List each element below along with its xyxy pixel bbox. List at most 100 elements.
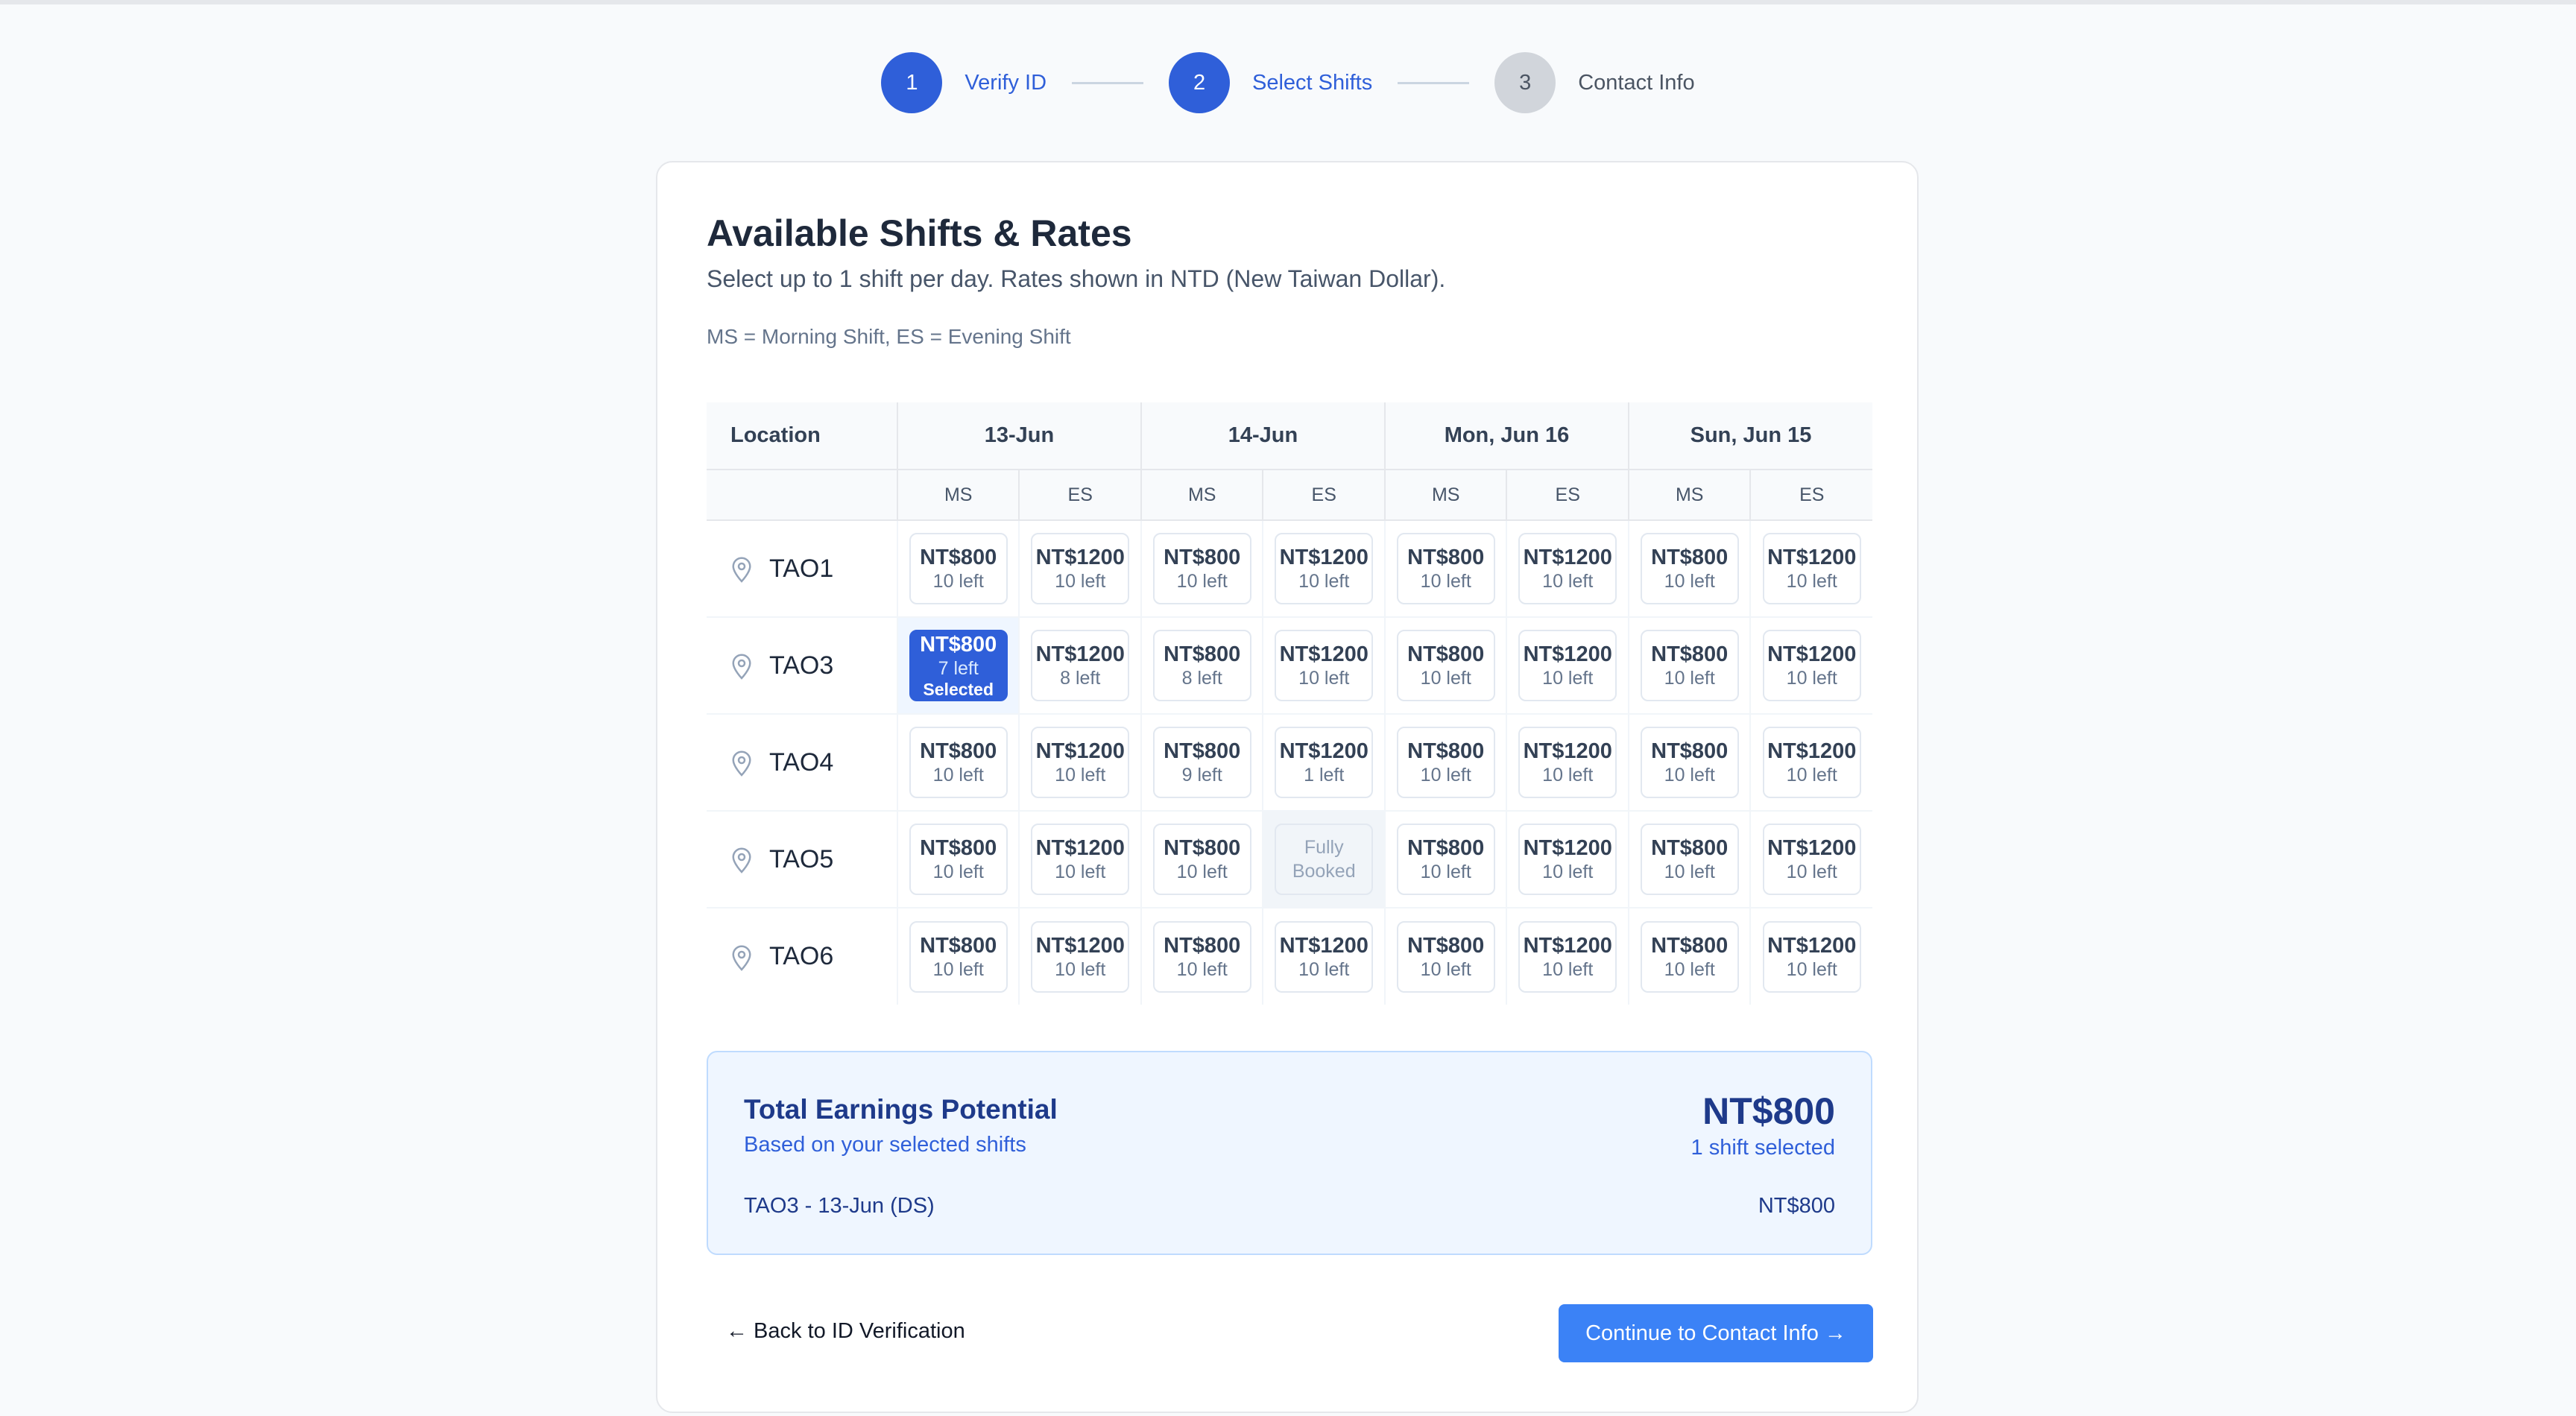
shift-rate: NT$800 <box>920 836 997 860</box>
shift-slot-button[interactable]: NT$1200 10 left <box>1518 533 1617 604</box>
shift-rate: NT$1200 <box>1523 933 1612 958</box>
shift-slot-button[interactable]: NT$800 10 left <box>909 824 1008 895</box>
shift-cell: NT$800 10 left <box>1383 714 1507 812</box>
slots-left: 10 left <box>1298 668 1350 689</box>
shift-slot-button[interactable]: NT$800 9 left <box>1152 727 1251 798</box>
shift-slot-button[interactable]: NT$1200 10 left <box>1275 920 1374 993</box>
shift-slot-button[interactable]: NT$800 10 left <box>909 920 1008 993</box>
page-subtitle: Select up to 1 shift per day. Rates show… <box>707 265 1446 292</box>
slots-left: 10 left <box>1420 862 1471 882</box>
shift-cell: NT$800 10 left <box>1140 811 1263 908</box>
shift-slot-button[interactable]: NT$1200 1 left <box>1275 727 1374 798</box>
shift-slot-button[interactable]: NT$1200 10 left <box>1518 727 1617 798</box>
slots-left: 10 left <box>932 862 984 882</box>
slots-left: 10 left <box>1786 668 1837 689</box>
shift-slot-button[interactable]: NT$800 10 left <box>1152 920 1251 993</box>
shift-header-ms: MS <box>1627 470 1751 521</box>
shift-cell: NT$800 7 left Selected <box>896 617 1020 715</box>
shift-rate: NT$800 <box>920 633 997 657</box>
shift-cell: NT$1200 10 left <box>1018 908 1141 1005</box>
shift-slot-button[interactable]: NT$1200 10 left <box>1762 920 1861 993</box>
map-pin-icon <box>730 846 753 873</box>
slots-left: 10 left <box>1542 958 1594 980</box>
slots-left: 10 left <box>1420 668 1471 689</box>
shift-slot-button[interactable]: NT$1200 10 left <box>1518 630 1617 701</box>
shift-slot-button[interactable]: NT$800 10 left <box>1396 533 1495 604</box>
shift-rate: NT$800 <box>1407 836 1485 860</box>
slots-left: 10 left <box>1664 668 1715 689</box>
shift-rate: NT$1200 <box>1035 933 1125 958</box>
shift-slot-button[interactable]: NT$800 10 left <box>1152 533 1251 604</box>
shift-slot-button[interactable]: NT$800 10 left <box>1396 727 1495 798</box>
step-contact-info[interactable]: 3 Contact Info <box>1494 52 1695 113</box>
shift-slot-button[interactable]: NT$1200 10 left <box>1031 824 1130 895</box>
shift-slot-button[interactable]: NT$800 10 left <box>909 533 1008 604</box>
shift-slot-button[interactable]: NT$1200 10 left <box>1762 824 1861 895</box>
shift-slot-button[interactable]: NT$800 10 left <box>909 727 1008 798</box>
shift-slot-button[interactable]: NT$1200 10 left <box>1031 533 1130 604</box>
shift-cell: NT$800 10 left <box>1383 811 1507 908</box>
location-cell: TAO3 <box>707 617 897 715</box>
location-name: TAO3 <box>769 651 834 680</box>
shift-rate: NT$1200 <box>1279 546 1368 569</box>
location-column-header: Location <box>707 402 897 470</box>
shift-slot-button[interactable]: NT$800 10 left <box>1640 727 1739 798</box>
date-header: Mon, Jun 16 <box>1383 402 1629 470</box>
back-button[interactable]: ← Back to ID Verification <box>726 1319 965 1344</box>
shift-slot-button[interactable]: NT$800 10 left <box>1396 824 1495 895</box>
shift-slot-button[interactable]: NT$800 10 left <box>1152 824 1251 895</box>
shift-cell: NT$800 10 left <box>896 811 1020 908</box>
shift-cell: NT$800 8 left <box>1140 617 1263 715</box>
shift-slot-button[interactable]: NT$1200 10 left <box>1275 630 1374 701</box>
shift-slot-button[interactable]: NT$800 10 left <box>1640 630 1739 701</box>
shift-slot-button-selected[interactable]: NT$800 7 left Selected <box>909 630 1008 701</box>
shift-header-es: ES <box>1262 470 1385 521</box>
shift-rate: NT$1200 <box>1523 642 1612 666</box>
map-pin-icon <box>730 555 753 583</box>
shift-slot-button[interactable]: NT$800 10 left <box>1396 630 1495 701</box>
shift-rate: NT$800 <box>1407 739 1485 763</box>
location-name: TAO5 <box>769 844 834 873</box>
date-header: 13-Jun <box>896 402 1141 470</box>
shift-cell: NT$1200 10 left <box>1506 908 1629 1005</box>
continue-button[interactable]: Continue to Contact Info → <box>1559 1304 1873 1362</box>
step-select-shifts[interactable]: 2 Select Shifts <box>1169 52 1372 113</box>
shift-slot-button[interactable]: NT$1200 10 left <box>1762 533 1861 604</box>
step-connector <box>1072 81 1144 84</box>
shift-slot-button[interactable]: NT$800 10 left <box>1640 824 1739 895</box>
shift-slot-button[interactable]: NT$800 10 left <box>1640 920 1739 993</box>
slots-left: 10 left <box>1420 958 1471 980</box>
shift-slot-button[interactable]: NT$800 10 left <box>1640 533 1739 604</box>
step-verify-id[interactable]: 1 Verify ID <box>881 52 1046 113</box>
shift-rate: NT$800 <box>1651 642 1729 666</box>
shift-header-es: ES <box>1749 470 1872 521</box>
shift-slot-button[interactable]: NT$1200 10 left <box>1031 920 1130 993</box>
shift-rate: NT$1200 <box>1035 739 1125 763</box>
slots-left: 10 left <box>1542 571 1594 592</box>
shift-slot-button[interactable]: NT$1200 10 left <box>1518 824 1617 895</box>
shift-slot-button[interactable]: NT$1200 10 left <box>1031 727 1130 798</box>
progress-stepper: 1 Verify ID 2 Select Shifts 3 Contact In… <box>0 52 2576 113</box>
shift-cell: NT$800 10 left <box>1627 811 1751 908</box>
earnings-item-label: TAO3 - 13-Jun (DS) <box>744 1194 935 1218</box>
step-label: Contact Info <box>1578 70 1695 95</box>
shift-rate: NT$1200 <box>1035 836 1125 860</box>
shift-slot-button[interactable]: NT$800 8 left <box>1152 630 1251 701</box>
shift-rate: NT$800 <box>1651 836 1729 860</box>
shift-slot-button[interactable]: NT$1200 10 left <box>1275 533 1374 604</box>
location-label: TAO1 <box>730 554 897 584</box>
shift-slot-button[interactable]: NT$800 10 left <box>1396 920 1495 993</box>
shifts-table-container[interactable]: Location 13-Jun 14-Jun Mon, Jun 16 Sun, … <box>707 402 1872 1163</box>
shift-slot-button[interactable]: NT$1200 10 left <box>1762 630 1861 701</box>
shift-cell: NT$800 10 left <box>1140 520 1263 618</box>
shift-slot-button[interactable]: NT$1200 10 left <box>1762 727 1861 798</box>
shift-rate: NT$800 <box>1651 933 1729 958</box>
shift-slot-button[interactable]: NT$1200 8 left <box>1031 630 1130 701</box>
shift-cell: NT$800 10 left <box>1383 908 1507 1005</box>
shift-slot-button[interactable]: NT$1200 10 left <box>1518 920 1617 993</box>
shift-cell: NT$800 9 left <box>1140 714 1263 812</box>
shift-rate: NT$800 <box>1407 933 1485 958</box>
shift-cell: NT$800 10 left <box>896 520 1020 618</box>
shift-rate: NT$1200 <box>1279 739 1368 763</box>
shift-cell: NT$1200 10 left <box>1506 714 1629 812</box>
